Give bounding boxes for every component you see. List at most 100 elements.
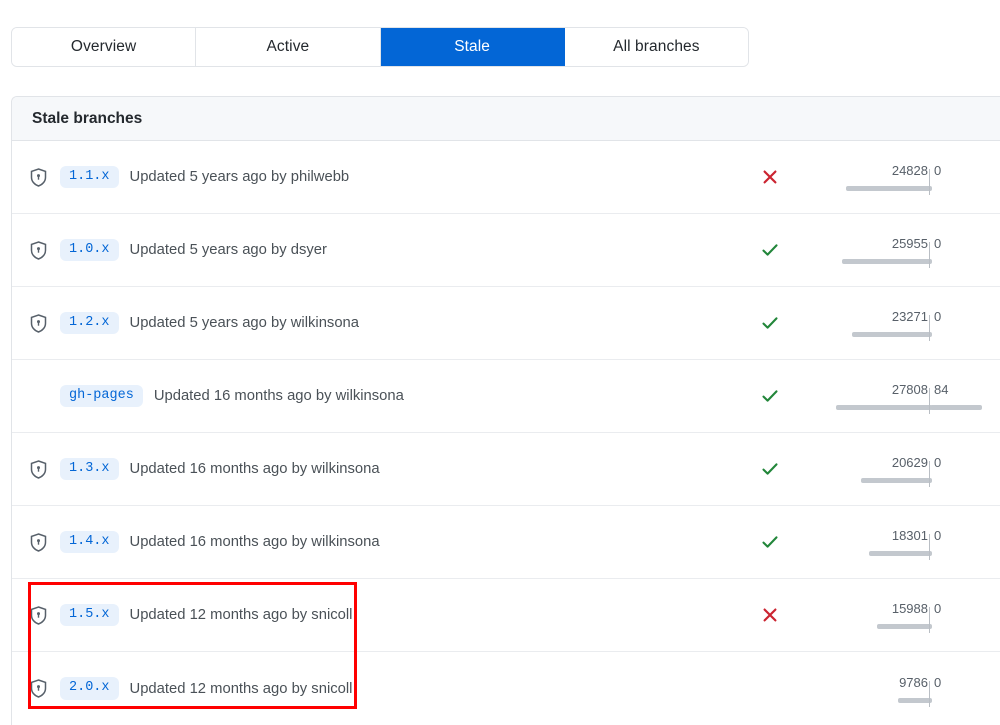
tab-label: Overview	[70, 38, 137, 55]
ahead-bar	[930, 405, 982, 410]
branch-name-badge[interactable]: 2.0.x	[60, 677, 119, 700]
ahead-behind-graph[interactable]: 23271 0	[851, 287, 990, 359]
check-icon[interactable]	[754, 360, 786, 432]
ahead-behind-counts: 24828 0	[872, 160, 990, 178]
bar-divider	[929, 461, 930, 487]
behind-count: 15988	[891, 601, 928, 616]
ahead-behind-graph[interactable]: 18301 0	[868, 506, 990, 578]
check-icon[interactable]	[754, 287, 786, 359]
branch-list: 1.1.x Updated 5 years ago by philwebb 2482…	[12, 141, 1000, 725]
branch-meta: Updated 16 months ago by wilkinsona	[129, 461, 380, 477]
branch-meta: Updated 12 months ago by snicoll	[129, 680, 353, 697]
ahead-behind-counts: 20629 0	[872, 452, 990, 470]
branch-name-badge[interactable]: 1.4.x	[60, 530, 119, 554]
branch-row[interactable]: 1.4.x Updated 16 months ago by wilkinsona…	[12, 506, 1000, 579]
ahead-count: 0	[934, 236, 942, 251]
ahead-behind-graph[interactable]: 24828 0	[846, 141, 990, 213]
branch-row[interactable]: 1.0.x Updated 5 years ago by dsyer 25955 0	[12, 214, 1000, 287]
ahead-count: 0	[934, 528, 942, 543]
card-header-title: Stale branches	[32, 109, 143, 127]
shield-lock-icon	[30, 679, 60, 698]
ahead-behind-bars	[851, 315, 990, 341]
bar-divider	[929, 534, 930, 560]
bar-divider	[929, 388, 930, 414]
branch-meta: Updated 16 months ago by wilkinsona	[129, 534, 380, 550]
behind-bar	[868, 551, 932, 556]
ahead-count: 0	[934, 309, 942, 324]
card-header: Stale branches	[12, 97, 1000, 141]
branch-row[interactable]: 1.3.x Updated 16 months ago by wilkinsona…	[12, 433, 1000, 506]
shield-lock-icon	[30, 167, 60, 187]
branch-meta: Updated 5 years ago by wilkinsona	[129, 315, 360, 331]
branch-name-badge[interactable]: 1.1.x	[60, 165, 119, 189]
tab-active[interactable]: Active	[196, 28, 381, 66]
behind-count: 24828	[891, 163, 928, 178]
behind-count: 27808	[891, 382, 928, 397]
ahead-behind-graph[interactable]: 27808 84	[836, 360, 990, 432]
ahead-behind-bars	[846, 169, 990, 195]
check-icon[interactable]	[754, 506, 786, 578]
bar-divider	[929, 169, 930, 195]
check-icon[interactable]	[754, 433, 786, 505]
branch-meta: Updated 5 years ago by philwebb	[129, 169, 350, 185]
branch-name-badge[interactable]: 1.2.x	[60, 311, 119, 335]
branch-meta: Updated 5 years ago by dsyer	[129, 242, 327, 258]
tab-stale[interactable]: Stale	[380, 28, 565, 66]
behind-count: 20629	[891, 455, 928, 470]
ahead-behind-bars	[872, 607, 990, 633]
behind-count: 9786	[899, 674, 928, 690]
behind-bar	[836, 405, 932, 410]
branch-meta: Updated 12 months ago by snicoll	[129, 607, 353, 623]
ahead-behind-counts: 25955 0	[872, 233, 990, 251]
ahead-behind-bars	[842, 242, 990, 268]
ahead-behind-counts: 27808 84	[872, 379, 990, 397]
behind-bar	[860, 478, 932, 483]
behind-bar	[851, 332, 932, 337]
ahead-count: 0	[934, 455, 942, 470]
branch-meta: Updated 16 months ago by wilkinsona	[153, 388, 404, 404]
behind-bar	[846, 186, 932, 191]
check-icon[interactable]	[754, 214, 786, 286]
ahead-count: 0	[934, 601, 942, 616]
shield-lock-icon	[30, 240, 60, 260]
stale-branches-card: Stale branches 1.1.x Updated 5 years ago …	[11, 96, 1000, 725]
behind-count: 18301	[891, 528, 928, 543]
ahead-behind-graph[interactable]: 20629 0	[860, 433, 990, 505]
bar-divider	[929, 680, 930, 707]
ahead-behind-counts: 23271 0	[872, 306, 990, 324]
branch-row[interactable]: 2.0.x Updated 12 months ago by snicoll 978…	[12, 652, 1000, 725]
branch-view-tabs[interactable]: Overview Active Stale All branches	[11, 27, 749, 67]
behind-bar	[898, 697, 932, 703]
ahead-behind-counts: 15988 0	[872, 598, 990, 616]
branch-name-badge[interactable]: 1.3.x	[60, 457, 119, 481]
shield-lock-icon	[30, 532, 60, 552]
bar-divider	[929, 242, 930, 268]
branch-name-badge[interactable]: 1.5.x	[60, 603, 119, 627]
tab-overview[interactable]: Overview	[12, 28, 197, 66]
bar-divider	[929, 315, 930, 341]
ahead-behind-graph[interactable]: 9786 0	[872, 652, 990, 725]
status-empty	[754, 652, 786, 725]
ahead-behind-bars	[868, 534, 990, 560]
ahead-count: 84	[934, 382, 949, 397]
tab-label: Active	[266, 38, 310, 55]
bar-divider	[929, 607, 930, 633]
ahead-count: 0	[934, 163, 942, 178]
branch-row[interactable]: 1.2.x Updated 5 years ago by wilkinsona 23…	[12, 287, 1000, 360]
branch-row[interactable]: gh-pages Updated 16 months ago by wilkins…	[12, 360, 1000, 433]
branch-row[interactable]: 1.5.x Updated 12 months ago by snicoll 159…	[12, 579, 1000, 652]
cross-icon[interactable]	[754, 141, 786, 213]
ahead-behind-bars	[872, 680, 990, 707]
ahead-behind-bars	[860, 461, 990, 487]
branch-name-badge[interactable]: 1.0.x	[60, 238, 119, 262]
cross-icon[interactable]	[754, 579, 786, 651]
tab-all-branches[interactable]: All branches	[564, 28, 748, 66]
behind-count: 23271	[891, 309, 928, 324]
ahead-count: 0	[934, 674, 942, 690]
ahead-behind-graph[interactable]: 25955 0	[842, 214, 990, 286]
branch-row[interactable]: 1.1.x Updated 5 years ago by philwebb 2482…	[12, 141, 1000, 214]
tab-label: All branches	[613, 38, 700, 55]
ahead-behind-counts: 18301 0	[872, 525, 990, 543]
branch-name-badge[interactable]: gh-pages	[60, 384, 143, 408]
ahead-behind-graph[interactable]: 15988 0	[872, 579, 990, 651]
